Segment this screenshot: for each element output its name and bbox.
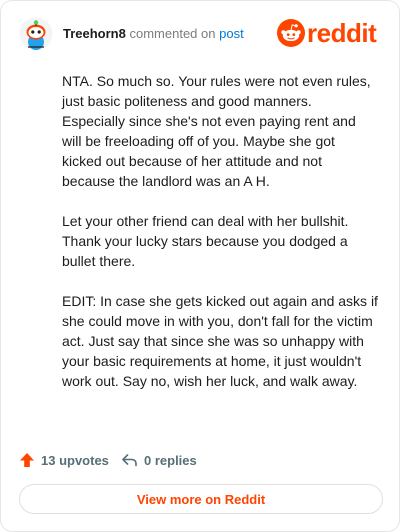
comment-body: NTA. So much so. Your rules were not eve…	[62, 71, 378, 411]
reddit-logo-icon	[277, 19, 305, 47]
comment-header: Treehorn8 commented on post reddit	[19, 17, 383, 53]
snoo-avatar-icon[interactable]	[19, 17, 53, 51]
comment-paragraph: Let your other friend can deal with her …	[62, 213, 349, 269]
reddit-wordmark: reddit	[307, 18, 377, 48]
comment-paragraph: NTA. So much so. Your rules were not eve…	[62, 73, 371, 189]
upvotes-count: 13 upvotes	[41, 452, 109, 468]
post-link[interactable]: post	[219, 26, 244, 41]
username-link[interactable]: Treehorn8	[63, 26, 126, 41]
reddit-logo[interactable]: reddit	[277, 18, 383, 48]
view-more-button[interactable]: View more on Reddit	[19, 484, 383, 514]
replies-count: 0 replies	[144, 452, 197, 468]
view-more-label: View more on Reddit	[136, 491, 266, 507]
upvote-arrow-icon	[20, 453, 34, 467]
reply-arrow-icon	[122, 454, 137, 467]
comment-embed-card: Treehorn8 commented on post reddit NTA. …	[0, 0, 400, 532]
comment-paragraph: EDIT: In case she gets kicked out again …	[62, 293, 378, 389]
replies-stat[interactable]: 0 replies	[121, 449, 197, 471]
upvotes-stat[interactable]: 13 upvotes	[19, 449, 109, 471]
byline-action-text: commented on	[129, 26, 216, 41]
comment-byline: Treehorn8 commented on post	[63, 26, 244, 42]
